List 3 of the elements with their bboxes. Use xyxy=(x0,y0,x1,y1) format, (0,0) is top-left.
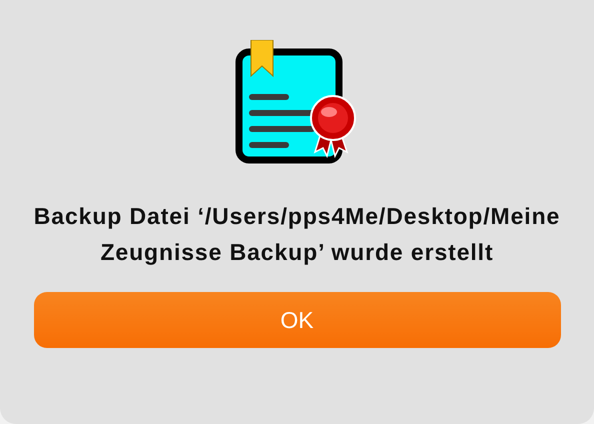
backup-message: Backup Datei ‘/Users/pps4Me/Desktop/Meine Zeugnisse Backup’ wurde erstellt xyxy=(32,202,562,267)
certificate-icon xyxy=(235,40,359,166)
ok-button[interactable]: OK xyxy=(34,292,560,348)
